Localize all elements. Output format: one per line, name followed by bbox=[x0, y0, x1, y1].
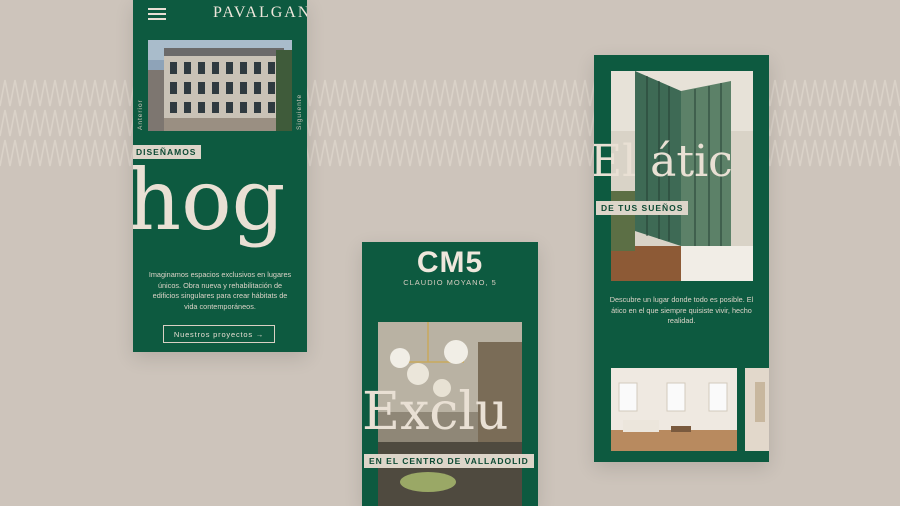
hero-word-atico: El átic bbox=[594, 136, 733, 187]
projects-button[interactable]: Nuestros proyectos → bbox=[163, 325, 275, 343]
tag-location: EN EL CENTRO DE VALLADOLID bbox=[364, 454, 534, 468]
hero-word: hog bbox=[133, 151, 286, 249]
mobile-card-home: PAVALGAN Anterior Siguiente DISEÑAMOS ho… bbox=[133, 0, 307, 352]
mobile-card-cm5: CM5 CLAUDIO MOYANO, 5 Exclu EN EL CENTRO… bbox=[362, 242, 538, 506]
intro-description: Imaginamos espacios exclusivos en lugare… bbox=[148, 270, 292, 311]
building-facade-image bbox=[148, 40, 292, 131]
atico-description: Descubre un lugar donde todo es posible.… bbox=[609, 295, 754, 325]
living-room-image bbox=[611, 368, 737, 451]
hero-word-exclu: Exclu bbox=[362, 382, 509, 442]
tag-suenos: DE TUS SUEÑOS bbox=[596, 201, 689, 215]
next-photo-thumbnail[interactable] bbox=[745, 368, 769, 451]
project-address: CLAUDIO MOYANO, 5 bbox=[403, 278, 497, 287]
next-label[interactable]: Siguiente bbox=[296, 94, 303, 130]
project-title: CM5 bbox=[416, 246, 484, 279]
hamburger-menu-icon[interactable] bbox=[148, 8, 166, 20]
mobile-card-atico: El átic DE TUS SUEÑOS Descubre un lugar … bbox=[594, 55, 769, 462]
brand-logo[interactable]: PAVALGAN bbox=[213, 4, 307, 22]
previous-label[interactable]: Anterior bbox=[137, 99, 144, 130]
